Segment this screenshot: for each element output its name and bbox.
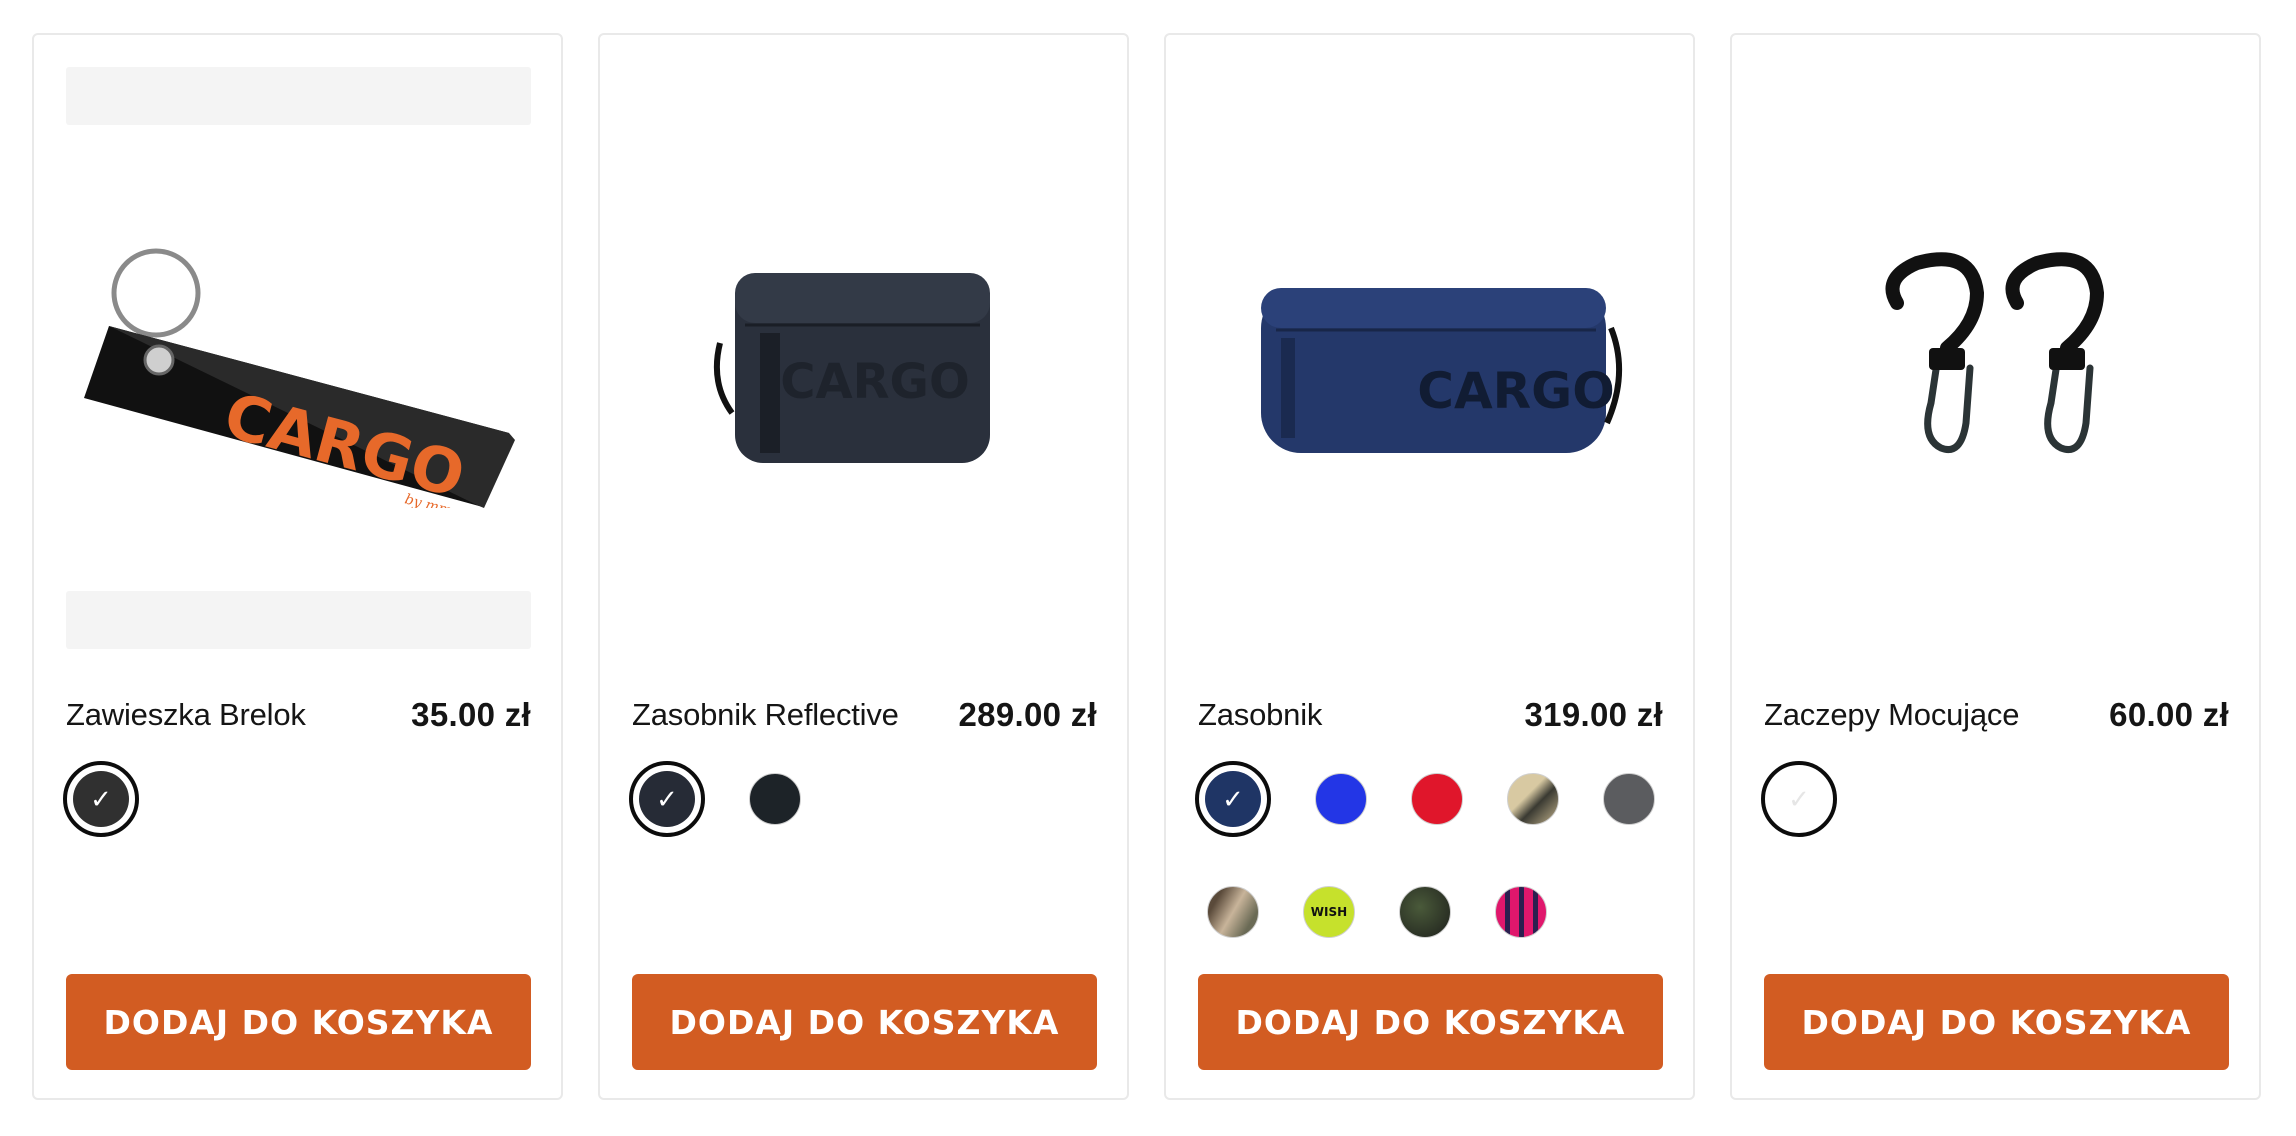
color-swatch[interactable]: [1315, 773, 1367, 825]
product-name[interactable]: Zaczepy Mocujące: [1764, 697, 2019, 733]
color-swatch[interactable]: [1507, 773, 1559, 825]
pouch-bag-icon: CARGO: [713, 273, 990, 463]
product-image[interactable]: CARGO by mm: [66, 67, 531, 649]
product-card[interactable]: CARGO Zasobnik Reflective 289.00 zł ✓ DO…: [598, 33, 1129, 1100]
add-to-cart-button[interactable]: DODAJ DO KOSZYKA: [1198, 974, 1663, 1070]
product-price: 289.00 zł: [958, 696, 1097, 733]
add-to-cart-button[interactable]: DODAJ DO KOSZYKA: [1764, 974, 2229, 1070]
product-price: 319.00 zł: [1524, 696, 1663, 733]
product-info: Zaczepy Mocujące 60.00 zł: [1764, 685, 2229, 745]
color-swatches: ✓: [63, 761, 543, 837]
product-info: Zasobnik 319.00 zł: [1198, 685, 1663, 745]
color-swatch[interactable]: [749, 773, 801, 825]
color-swatch[interactable]: [1399, 886, 1451, 938]
product-card[interactable]: CARGO Zasobnik 319.00 zł ✓ WISH DODAJ DO…: [1164, 33, 1695, 1100]
color-swatch-selected[interactable]: ✓: [629, 761, 705, 837]
add-to-cart-button[interactable]: DODAJ DO KOSZYKA: [66, 974, 531, 1070]
product-price: 35.00 zł: [411, 696, 531, 733]
product-name[interactable]: Zasobnik Reflective: [632, 697, 899, 733]
check-icon: ✓: [1222, 784, 1244, 814]
product-name[interactable]: Zasobnik: [1198, 697, 1322, 733]
cargo-logo-text: CARGO: [1417, 362, 1614, 420]
color-swatch-selected[interactable]: ✓: [1761, 761, 1837, 837]
color-swatch[interactable]: [1603, 773, 1655, 825]
color-swatch-selected[interactable]: ✓: [63, 761, 139, 837]
swatch-pattern-text: WISH: [1310, 905, 1348, 919]
check-icon: ✓: [1788, 784, 1810, 814]
product-price: 60.00 zł: [2109, 696, 2229, 733]
color-swatch[interactable]: [1207, 886, 1259, 938]
check-icon: ✓: [90, 784, 112, 814]
product-card[interactable]: Zaczepy Mocujące 60.00 zł ✓ DODAJ DO KOS…: [1730, 33, 2261, 1100]
product-grid: CARGO by mm Zawieszka Brelok 35.00 zł ✓ …: [0, 0, 2296, 1136]
image-placeholder-top: [66, 67, 531, 125]
cargo-logo-text: CARGO: [780, 354, 970, 410]
add-to-cart-button[interactable]: DODAJ DO KOSZYKA: [632, 974, 1097, 1070]
color-swatch-selected[interactable]: ✓: [1195, 761, 1271, 837]
product-info: Zawieszka Brelok 35.00 zł: [66, 685, 531, 745]
product-card[interactable]: CARGO by mm Zawieszka Brelok 35.00 zł ✓ …: [32, 33, 563, 1100]
product-name[interactable]: Zawieszka Brelok: [66, 697, 306, 733]
hip-bag-icon: CARGO: [1260, 288, 1622, 453]
color-swatches: ✓ WISH: [1195, 761, 1675, 938]
color-swatches: ✓: [629, 761, 1109, 837]
clips-icon: [1885, 252, 2104, 453]
color-swatches: ✓: [1761, 761, 2241, 837]
product-info: Zasobnik Reflective 289.00 zł: [632, 685, 1097, 745]
color-swatch[interactable]: [1411, 773, 1463, 825]
color-swatch[interactable]: WISH: [1303, 886, 1355, 938]
check-icon: ✓: [656, 784, 678, 814]
product-image[interactable]: CARGO: [1198, 67, 1663, 649]
image-placeholder-bottom: [66, 591, 531, 649]
product-image[interactable]: CARGO: [632, 67, 1097, 649]
keychain-tag-icon: CARGO by mm: [83, 248, 515, 508]
color-swatch[interactable]: [1495, 886, 1547, 938]
product-image[interactable]: [1764, 67, 2229, 649]
